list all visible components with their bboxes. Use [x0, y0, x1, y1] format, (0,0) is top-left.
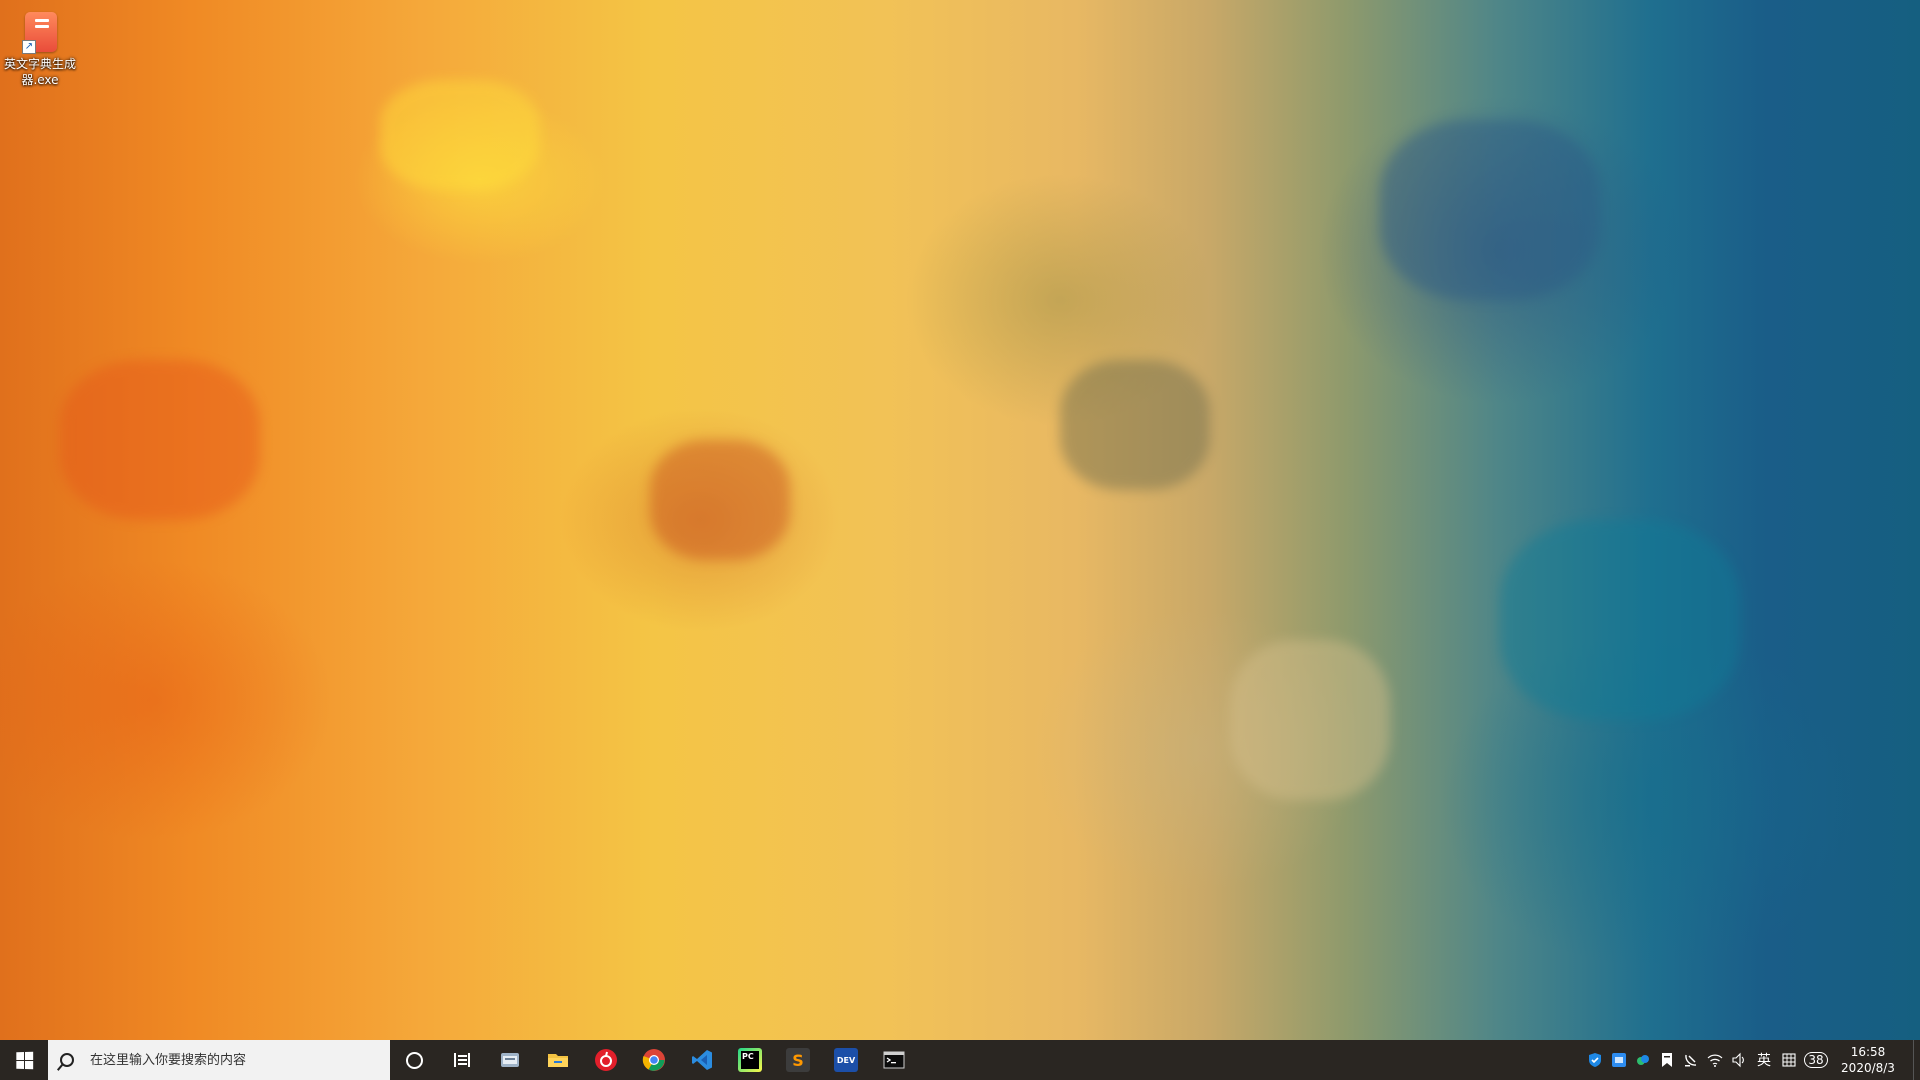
desktop-icon-label: 英文字典生成器.exe: [3, 57, 76, 87]
desktop-icon-dictionary-generator[interactable]: ↗ 英文字典生成器.exe: [2, 8, 78, 88]
dictionary-app-icon: ↗: [22, 12, 58, 54]
clock-date: 2020/8/3: [1841, 1061, 1895, 1075]
tray-app-icon: [1612, 1053, 1626, 1067]
pycharm-icon: PC: [738, 1048, 762, 1072]
task-view-icon: [454, 1053, 470, 1067]
taskbar-app-terminal[interactable]: [870, 1040, 918, 1080]
tray-satellite-app[interactable]: [1679, 1040, 1703, 1080]
task-view-button[interactable]: [438, 1040, 486, 1080]
clock-time: 16:58: [1850, 1045, 1886, 1059]
shield-icon: [1589, 1053, 1601, 1067]
taskbar-app-netease-music[interactable]: [582, 1040, 630, 1080]
show-desktop-button[interactable]: [1913, 1040, 1920, 1080]
tray-ime-grid[interactable]: [1777, 1040, 1801, 1080]
search-icon: [60, 1053, 74, 1067]
tray-volume[interactable]: [1727, 1040, 1751, 1080]
wallpaper-brush: [60, 360, 260, 520]
wallpaper-brush: [1500, 520, 1740, 720]
bookmark-icon: [1662, 1053, 1672, 1067]
wallpaper-brush: [1060, 360, 1210, 490]
tray-security-app[interactable]: [1583, 1040, 1607, 1080]
vscode-icon: [692, 1050, 712, 1070]
wifi-icon: [1707, 1054, 1723, 1067]
tray-input-method[interactable]: 英: [1751, 1040, 1777, 1080]
taskbar: PC S DEV: [0, 1040, 1920, 1080]
file-explorer-icon: [548, 1054, 568, 1067]
search-input[interactable]: [88, 1051, 372, 1069]
file-manager-icon: [501, 1053, 519, 1067]
sublime-text-icon: S: [786, 1048, 810, 1072]
desktop-wallpaper: ↗ 英文字典生成器.exe: [0, 0, 1920, 1040]
taskbar-search-box[interactable]: [48, 1040, 390, 1080]
wallpaper-brush: [650, 440, 790, 560]
dev-cpp-icon: DEV: [834, 1048, 858, 1072]
wallpaper-brush: [1380, 120, 1600, 300]
taskbar-app-file-manager[interactable]: [486, 1040, 534, 1080]
taskbar-clock[interactable]: 16:58 2020/8/3: [1831, 1044, 1913, 1076]
system-tray: 英 38 16:58 2020/8/3: [1583, 1040, 1920, 1080]
taskbar-app-chrome[interactable]: [630, 1040, 678, 1080]
windows-logo-icon: [15, 1051, 33, 1069]
wallpaper-brush: [380, 80, 540, 190]
taskbar-app-dev-cpp[interactable]: DEV: [822, 1040, 870, 1080]
taskbar-app-vscode[interactable]: [678, 1040, 726, 1080]
taskbar-app-sublime-text[interactable]: S: [774, 1040, 822, 1080]
netease-music-icon: [595, 1049, 617, 1071]
terminal-icon: [883, 1051, 905, 1069]
taskbar-app-pycharm[interactable]: PC: [726, 1040, 774, 1080]
speaker-icon: [1732, 1052, 1744, 1068]
start-button[interactable]: [0, 1040, 48, 1080]
tray-network[interactable]: [1703, 1040, 1727, 1080]
tray-cloud-icon: [1637, 1055, 1649, 1065]
shortcut-arrow-icon: ↗: [22, 40, 36, 54]
taskbar-app-file-explorer[interactable]: [534, 1040, 582, 1080]
tray-app-blue[interactable]: [1607, 1040, 1631, 1080]
chrome-icon: [642, 1049, 665, 1071]
ime-grid-icon: [1782, 1053, 1796, 1067]
tray-bookmark-app[interactable]: [1655, 1040, 1679, 1080]
cortana-icon: [405, 1051, 423, 1069]
wallpaper-brush: [1230, 640, 1390, 800]
cortana-button[interactable]: [390, 1040, 438, 1080]
satellite-icon: [1685, 1054, 1697, 1067]
tray-notification-badge[interactable]: 38: [1801, 1040, 1831, 1080]
tray-app-green[interactable]: [1631, 1040, 1655, 1080]
notification-count: 38: [1804, 1052, 1828, 1068]
